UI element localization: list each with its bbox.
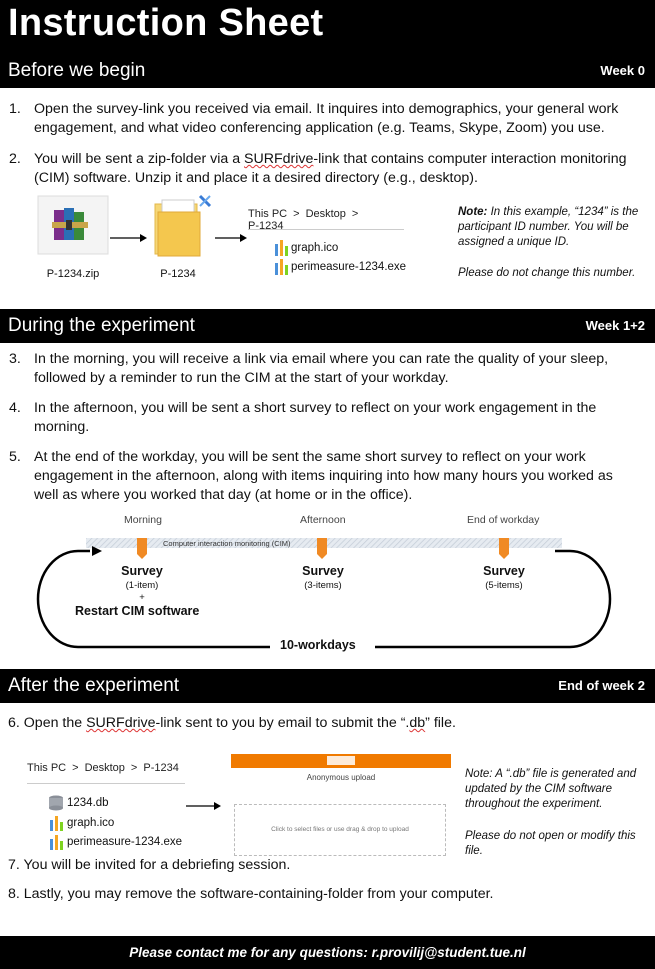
database-file-icon <box>49 795 63 811</box>
section-week: Week 0 <box>600 63 645 78</box>
breadcrumb: This PC > Desktop > P-1234 <box>248 208 404 232</box>
item-line: You will be sent a zip-folder via a SURF… <box>34 151 627 167</box>
note-text: Note: A “.db” file is generated and upda… <box>465 768 637 810</box>
breadcrumb-item: This PC <box>27 762 67 774</box>
timeline-time: Afternoon <box>300 514 346 526</box>
surfdrive-link[interactable]: SURFdrive <box>86 715 155 731</box>
section-week: End of week 2 <box>558 678 645 693</box>
item-number: 3. <box>9 351 21 367</box>
survey-marker <box>137 538 147 559</box>
breadcrumb-item: P-1234 <box>143 762 179 774</box>
timeline-time: End of workday <box>467 514 540 526</box>
file-item: 1234.db <box>67 797 109 809</box>
surfdrive-link[interactable]: SURFdrive <box>244 151 313 167</box>
item-line: (CIM) software. Unzip it and place it a … <box>34 170 478 186</box>
breadcrumb-item: This PC <box>248 208 288 220</box>
breadcrumb-separator: > <box>351 208 359 220</box>
arrow-icon <box>186 802 221 810</box>
item-line: followed by a reminder to run the CIM at… <box>34 370 449 386</box>
item-line: Open the survey-link you received via em… <box>34 101 619 117</box>
item-text: You will be sent a zip-folder via a SURF… <box>34 150 643 188</box>
list-item: 6. Open the SURFdrive-link sent to you b… <box>8 715 456 731</box>
item-line: At the end of the workday, you will be s… <box>34 449 586 465</box>
file-item: perimeasure-1234.exe <box>67 836 183 848</box>
exe-file-icon <box>275 259 288 275</box>
section-before-header: Before we begin Week 0 <box>0 54 655 88</box>
item-number: 5. <box>9 449 21 465</box>
item-line: engagement, and what video conferencing … <box>34 120 605 136</box>
section-title: Before we begin <box>8 60 146 81</box>
survey-label: Survey <box>121 564 163 578</box>
item-number: 2. <box>9 151 21 167</box>
workdays-label: 10-workdays <box>274 638 362 652</box>
breadcrumb-item: Desktop <box>305 208 346 220</box>
item-line: In the afternoon, you will be sent a sho… <box>34 400 597 416</box>
list-item: 8. Lastly, you may remove the software-c… <box>8 886 494 902</box>
item-line: well as where you worked that day (at ho… <box>34 487 413 503</box>
section-week: Week 1+2 <box>585 318 645 333</box>
exe-file-icon <box>50 835 63 850</box>
item-text: Open the survey-link you received via em… <box>34 100 643 138</box>
surfdrive-logo <box>327 756 355 765</box>
list-item: 7. You will be invited for a debriefing … <box>8 857 291 873</box>
folder-label: P-1234 <box>160 268 196 280</box>
note-text: Please do not open or modify this file. <box>465 830 636 857</box>
survey-marker <box>499 538 509 559</box>
section-title: During the experiment <box>8 315 195 336</box>
breadcrumb-separator: > <box>293 208 300 220</box>
zip-archive-icon <box>37 195 109 255</box>
section-during-header: During the experiment Week 1+2 <box>0 309 655 343</box>
item-text: In the afternoon, you will be sent a sho… <box>34 399 643 437</box>
breadcrumb-item: P-1234 <box>248 220 284 232</box>
breadcrumb-separator: > <box>130 762 138 774</box>
item-line: morning. <box>34 419 90 435</box>
graph-file-icon <box>275 240 288 256</box>
item-text: In the morning, you will receive a link … <box>34 350 643 388</box>
section-after-header: After the experiment End of week 2 <box>0 669 655 703</box>
survey-sub: (5-items) <box>485 580 523 591</box>
survey-label: Survey <box>302 564 344 578</box>
timeline-time: Morning <box>124 514 162 526</box>
cim-band-label: Computer interaction monitoring (CIM) <box>163 539 291 548</box>
survey-label: Survey <box>483 564 525 578</box>
survey-sub: (3-items) <box>304 580 342 591</box>
zip-file-label: P-1234.zip <box>46 268 100 280</box>
note-text: Note: In this example, “1234” is the par… <box>458 206 639 248</box>
graph-file-icon <box>50 816 63 831</box>
breadcrumb-item: Desktop <box>84 762 125 774</box>
upload-title: Anonymous upload <box>306 773 376 782</box>
breadcrumb-separator: > <box>72 762 79 774</box>
survey-sub: (1-item) <box>125 580 159 591</box>
item-number: 4. <box>9 400 21 416</box>
item-text: At the end of the workday, you will be s… <box>34 448 643 505</box>
item-line: engagement in the afternoon, along with … <box>34 468 613 484</box>
note-text: Please do not change this number. <box>458 267 636 279</box>
item-line: In the morning, you will receive a link … <box>34 351 609 367</box>
footer-contact: Please contact me for any questions: r.p… <box>0 936 655 969</box>
breadcrumb: This PC > Desktop > P-1234 <box>27 762 185 784</box>
item-number: 1. <box>9 101 21 117</box>
folder-icon <box>154 194 212 257</box>
survey-marker <box>317 538 327 559</box>
file-item: graph.ico <box>291 242 339 254</box>
upload-dropzone-text: Click to select files or use drag & drop… <box>271 826 409 833</box>
file-icons-column <box>49 795 63 850</box>
page-title: Instruction Sheet <box>8 2 324 44</box>
plus-sign: + <box>139 592 145 603</box>
file-item: graph.ico <box>67 817 115 829</box>
restart-label: Restart CIM software <box>75 604 200 618</box>
file-item: perimeasure-1234.exe <box>291 261 407 273</box>
section-title: After the experiment <box>8 675 180 696</box>
